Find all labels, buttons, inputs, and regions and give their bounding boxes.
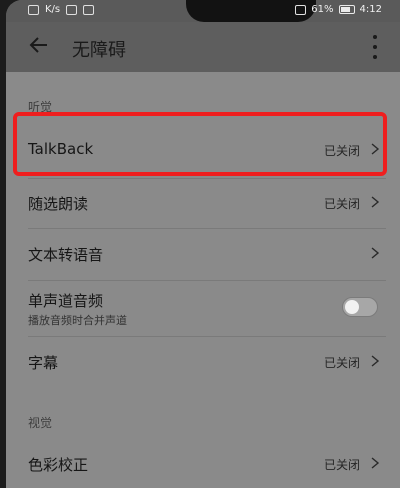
setting-color-correction[interactable]: 色彩校正 已关闭 (6, 438, 400, 488)
settings-list: 听觉 TalkBack 已关闭 随选朗读 已关闭 文本转语音 单声道音频 播放音… (6, 72, 400, 488)
section-hearing: 听觉 (28, 100, 53, 114)
chevron-right-icon (371, 143, 380, 155)
setting-captions[interactable]: 字幕 已关闭 (6, 336, 400, 386)
setting-text-to-speech[interactable]: 文本转语音 (6, 228, 400, 280)
battery-percent: 61% (311, 4, 334, 15)
notification-icon (66, 4, 78, 15)
mono-audio-toggle[interactable] (342, 297, 378, 317)
shield-icon (83, 4, 95, 15)
setting-mono-audio: 单声道音频 播放音频时合并声道 (6, 280, 400, 336)
status-bar: K/s 61% 4:12 (6, 0, 400, 22)
chevron-right-icon (371, 247, 380, 259)
arrow-left-icon (29, 37, 47, 53)
more-dot (373, 55, 377, 59)
phone-screen: K/s 61% 4:12 无障碍 听觉 TalkBack 已关闭 随选朗读 已关… (6, 0, 400, 488)
wifi-icon (28, 4, 39, 15)
setting-label: 字幕 (28, 354, 59, 372)
chevron-right-icon (371, 457, 380, 469)
setting-value: 已关闭 (323, 458, 360, 472)
chevron-right-icon (371, 355, 380, 367)
app-bar: 无障碍 (6, 22, 400, 72)
more-vertical-icon[interactable] (372, 35, 378, 59)
more-dot (373, 35, 377, 39)
setting-select-to-speak[interactable]: 随选朗读 已关闭 (6, 178, 400, 228)
setting-label: 色彩校正 (28, 456, 89, 474)
setting-value: 已关闭 (323, 197, 360, 211)
status-right: 61% 4:12 (295, 4, 382, 15)
network-speed: K/s (45, 4, 61, 15)
setting-label: 单声道音频 (28, 292, 104, 310)
setting-label: 文本转语音 (28, 246, 104, 264)
more-dot (373, 45, 377, 49)
clock: 4:12 (359, 4, 382, 15)
setting-value: 已关闭 (323, 144, 360, 158)
page-title: 无障碍 (72, 40, 126, 61)
setting-talkback[interactable]: TalkBack 已关闭 (6, 118, 400, 178)
bluetooth-icon (295, 4, 307, 15)
back-arrow-icon[interactable] (28, 34, 52, 58)
section-vision: 视觉 (28, 416, 53, 430)
toggle-knob (345, 300, 359, 314)
setting-subtitle: 播放音频时合并声道 (28, 314, 127, 327)
setting-label: 随选朗读 (28, 195, 89, 213)
status-left: K/s (28, 4, 95, 15)
setting-value: 已关闭 (323, 356, 360, 370)
chevron-right-icon (371, 196, 380, 208)
battery-icon (338, 5, 355, 14)
setting-label: TalkBack (28, 140, 94, 158)
